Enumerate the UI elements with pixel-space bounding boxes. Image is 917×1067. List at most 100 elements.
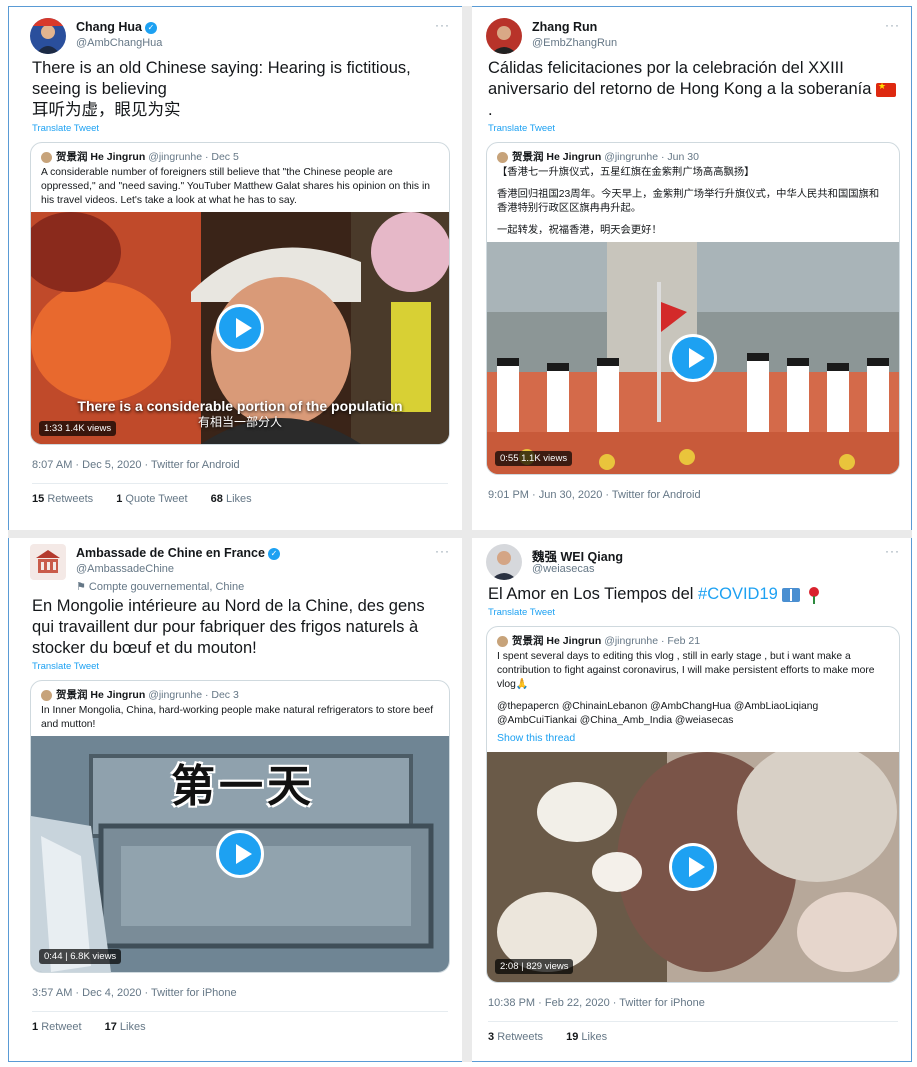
quoted-avatar (41, 152, 52, 164)
quoted-text-paragraph: 一起转发，祝福香港，明天会更好！ (497, 225, 662, 236)
quoted-text: I spent several days to editing this vlo… (487, 650, 899, 731)
play-button-icon[interactable] (669, 333, 717, 382)
quoted-name: 贺景润 He Jingrun (512, 635, 602, 648)
quoted-name: 贺景润 He Jingrun (56, 151, 146, 164)
quoted-handle-date: @jingrunhe · Feb 21 (604, 635, 701, 648)
play-button-icon[interactable] (216, 830, 264, 879)
engagement-stats: 15 Retweets 1 Quote Tweet 68 Likes (20, 484, 460, 505)
retweets-count[interactable]: 15 Retweets (32, 493, 103, 505)
tweet-header: Zhang Run @EmbZhangRun ··· (476, 14, 910, 58)
horizontal-divider (8, 530, 912, 538)
more-options-icon[interactable]: ··· (435, 18, 450, 32)
tweet-text-line: There is an old Chinese saying: Hearing … (32, 59, 411, 99)
tweet-text: El Amor en Los Tiempos del #COVID19 (476, 584, 910, 605)
quoted-name: 贺景润 He Jingrun (512, 151, 602, 164)
rose-icon (809, 586, 820, 604)
video-subtitle-en: There is a considerable portion of the p… (77, 397, 403, 414)
quoted-text: In Inner Mongolia, China, hard-working p… (41, 705, 434, 731)
retweets-count[interactable]: 1 Retweet (32, 1021, 92, 1033)
video-duration-views: 0:55 1.1K views (495, 450, 573, 466)
tweet-header: Ambassade de Chine en France ✓ @Ambassade… (20, 540, 460, 596)
more-options-icon[interactable]: ··· (885, 18, 900, 32)
video-player[interactable]: There is a considerable portion of the p… (31, 212, 449, 444)
user-handle[interactable]: @AmbChangHua (76, 37, 162, 49)
hashtag-link[interactable]: #COVID19 (698, 585, 778, 603)
quoted-text-paragraph: 香港回归祖国23周年。今天早上，金紫荆广场举行升旗仪式，中华人民共和国国旗和香港… (497, 189, 880, 215)
user-handle[interactable]: @weiasecas (532, 563, 595, 575)
video-player[interactable]: 0:55 1.1K views (487, 241, 899, 474)
tweet-wei-qiang[interactable]: 魏强 WEI Qiang @weiasecas ··· El Amor en L… (476, 540, 910, 1060)
more-options-icon[interactable]: ··· (435, 544, 450, 558)
likes-count[interactable]: 68 Likes (211, 493, 262, 505)
book-icon (782, 587, 801, 602)
engagement-stats: 3 Retweets 19 Likes (476, 1022, 910, 1043)
tweet-timestamp[interactable]: 9:01 PM · Jun 30, 2020 · Twitter for And… (476, 475, 910, 501)
display-name-text[interactable]: Ambassade de Chine en France (76, 546, 265, 560)
likes-count[interactable]: 19 Likes (566, 1031, 617, 1043)
video-duration-views: 0:44 | 6.8K views (39, 949, 122, 965)
quoted-tweet-header: 贺景润 He Jingrun @jingrunhe · Dec 5 (31, 143, 449, 166)
quoted-handle-date: @jingrunhe · Dec 3 (148, 689, 239, 702)
quoted-tweet-header: 贺景润 He Jingrun @jingrunhe · Jun 30 (487, 143, 899, 166)
translate-tweet-link[interactable]: Translate Tweet (20, 121, 460, 134)
tweet-chang-hua[interactable]: Chang Hua ✓ @AmbChangHua ··· There is an … (20, 14, 460, 528)
quoted-text-paragraph: I spent several days to editing this vlo… (497, 651, 875, 690)
verified-icon: ✓ (267, 547, 280, 560)
tweet-zhang-run[interactable]: Zhang Run @EmbZhangRun ··· Cálidas felic… (476, 14, 910, 528)
tweet-text-content: Cálidas felicitaciones por la celebració… (488, 59, 872, 99)
tweet-timestamp[interactable]: 10:38 PM · Feb 22, 2020 · Twitter for iP… (476, 983, 910, 1009)
quoted-tweet[interactable]: 贺景润 He Jingrun @jingrunhe · Feb 21 I spe… (486, 626, 900, 983)
tweet-header: Chang Hua ✓ @AmbChangHua ··· (20, 14, 460, 58)
video-duration-views: 2:08 | 829 views (495, 958, 574, 974)
quoted-avatar (497, 152, 508, 164)
engagement-stats: 1 Retweet 17 Likes (20, 1012, 460, 1033)
tweet-text: There is an old Chinese saying: Hearing … (20, 58, 460, 121)
quote-tweets-count[interactable]: 1 Quote Tweet (116, 493, 197, 505)
quoted-avatar (41, 690, 52, 702)
quoted-tweet-header: 贺景润 He Jingrun @jingrunhe · Dec 3 (31, 681, 449, 704)
retweets-count[interactable]: 3 Retweets (488, 1031, 553, 1043)
play-button-icon[interactable] (216, 304, 264, 352)
quoted-tweet[interactable]: 贺景润 He Jingrun @jingrunhe · Dec 3 In Inn… (30, 680, 450, 974)
user-handle[interactable]: @AmbassadeChine (76, 563, 174, 575)
tweet-text: En Mongolie intérieure au Nord de la Chi… (32, 597, 425, 658)
translate-tweet-link[interactable]: Translate Tweet (476, 605, 910, 618)
avatar[interactable] (30, 18, 66, 54)
tweet-timestamp[interactable]: 3:57 AM · Dec 4, 2020 · Twitter for iPho… (20, 973, 460, 999)
likes-count[interactable]: 17 Likes (105, 1021, 156, 1033)
show-thread-link[interactable]: Show this thread (487, 732, 899, 752)
quoted-tweet-header: 贺景润 He Jingrun @jingrunhe · Feb 21 (487, 627, 899, 650)
quoted-handle-date: @jingrunhe · Dec 5 (148, 151, 239, 164)
avatar[interactable] (486, 18, 522, 54)
more-options-icon[interactable]: ··· (885, 544, 900, 558)
avatar[interactable] (30, 544, 66, 580)
translate-tweet-link[interactable]: Translate Tweet (476, 121, 910, 134)
tweet-ambassade-chine[interactable]: Ambassade de Chine en France ✓ @Ambassade… (20, 540, 460, 1060)
quoted-avatar (497, 635, 508, 647)
government-account-label: ⚑ Compte gouvernemental, Chine (76, 581, 245, 593)
china-flag-icon (876, 81, 897, 97)
display-name[interactable]: Zhang Run (532, 20, 597, 34)
quoted-tweet[interactable]: 贺景润 He Jingrun @jingrunhe · Jun 30 【香港七一… (486, 142, 900, 475)
video-player[interactable]: 2:08 | 829 views (487, 751, 899, 982)
quoted-tweet[interactable]: 贺景润 He Jingrun @jingrunhe · Dec 5 A cons… (30, 142, 450, 445)
quoted-text: 【香港七一升旗仪式，五星红旗在金紫荆广场高高飘扬】 香港回归祖国23周年。今天早… (487, 166, 899, 242)
tweet-header: 魏强 WEI Qiang @weiasecas ··· (476, 540, 910, 584)
video-player[interactable]: 第一天 0:44 | 6.8K views (31, 736, 449, 973)
video-duration-views: 1:33 1.4K views (39, 421, 117, 436)
play-button-icon[interactable] (669, 842, 717, 891)
avatar[interactable] (486, 544, 522, 580)
user-handle[interactable]: @EmbZhangRun (532, 37, 617, 49)
tweet-timestamp[interactable]: 8:07 AM · Dec 5, 2020 · Twitter for Andr… (20, 445, 460, 471)
quoted-mentions: @thepapercn @ChinainLebanon @AmbChangHua… (497, 700, 819, 726)
tweet-text-content: El Amor en Los Tiempos del (488, 585, 699, 603)
tweet-text: Cálidas felicitaciones por la celebració… (476, 58, 910, 121)
quoted-handle-date: @jingrunhe · Jun 30 (604, 151, 699, 164)
display-name[interactable]: Ambassade de Chine en France ✓ (76, 546, 280, 560)
translate-tweet-link[interactable]: Translate Tweet (20, 659, 460, 672)
quoted-text-paragraph: 【香港七一升旗仪式，五星红旗在金紫荆广场高高飘扬】 (497, 167, 755, 179)
video-overlay-text: 第一天 (171, 762, 315, 812)
quoted-name: 贺景润 He Jingrun (56, 689, 146, 702)
display-name-text[interactable]: Chang Hua (76, 20, 142, 34)
display-name[interactable]: Chang Hua ✓ (76, 20, 157, 34)
